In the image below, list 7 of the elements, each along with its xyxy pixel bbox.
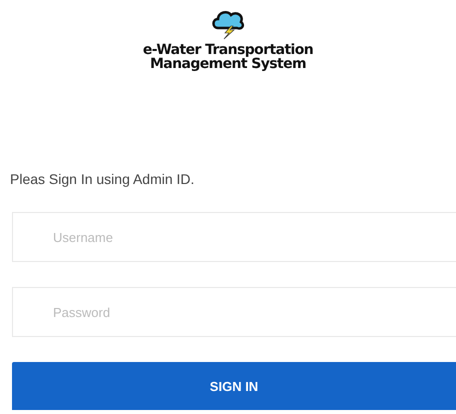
cloud-lightning-icon [210,8,246,40]
input-field[interactable]: Username [12,212,456,262]
app-title: Management System [150,57,306,71]
sign-in-instruction: Pleas Sign In using Admin ID. [10,171,196,187]
app-title: e-Water Transportation [142,43,314,57]
input-field[interactable]: Password [12,287,456,337]
sign-in-button[interactable]: SIGN IN [12,362,456,410]
